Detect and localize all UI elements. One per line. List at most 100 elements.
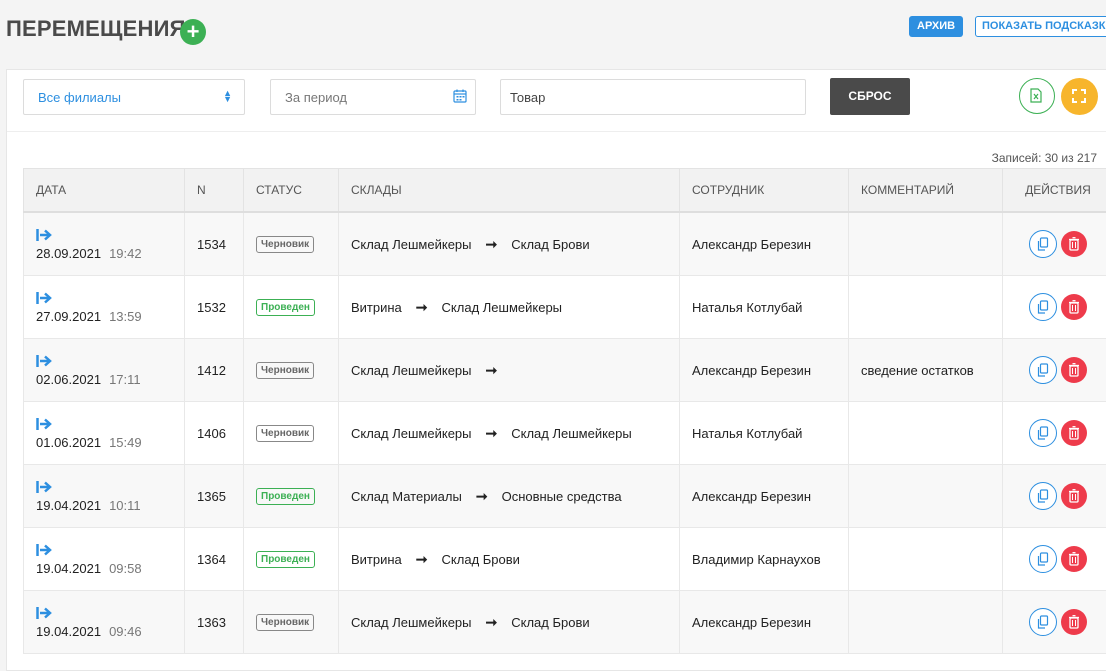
- table-row[interactable]: 02.06.202117:111412ЧерновикСклад Лешмейк…: [24, 339, 1106, 402]
- col-status[interactable]: СТАТУС: [244, 169, 339, 213]
- copy-button[interactable]: [1029, 419, 1057, 447]
- records-count: Записей: 30 из 217: [992, 151, 1097, 165]
- transfer-arrow-icon[interactable]: [36, 606, 172, 621]
- table-row[interactable]: 19.04.202109:461363ЧерновикСклад Лешмейк…: [24, 591, 1106, 654]
- number-cell: 1363: [185, 591, 244, 654]
- status-cell: Проведен: [244, 276, 339, 339]
- status-badge: Проведен: [256, 299, 315, 316]
- transfer-arrow-icon[interactable]: [36, 291, 172, 306]
- actions-cell: [1003, 465, 1106, 528]
- copy-button[interactable]: [1029, 230, 1057, 258]
- comment-cell: [849, 276, 1003, 339]
- delete-button[interactable]: [1061, 231, 1087, 257]
- status-badge: Черновик: [256, 362, 314, 379]
- warehouses-cell: Склад Лешмейкеры➞Склад Лешмейкеры: [339, 402, 680, 465]
- row-date: 01.06.2021: [36, 435, 101, 450]
- number-cell: 1532: [185, 276, 244, 339]
- warehouses-cell: Склад Лешмейкеры➞Склад Брови: [339, 212, 680, 276]
- trash-icon: [1069, 552, 1079, 566]
- copy-icon: [1037, 363, 1049, 377]
- show-hint-button[interactable]: ПОКАЗАТЬ ПОДСКАЗКУ: [975, 16, 1106, 37]
- transfer-arrow-icon[interactable]: [36, 354, 172, 369]
- calendar-icon[interactable]: [453, 89, 467, 108]
- status-badge: Проведен: [256, 551, 315, 568]
- fullscreen-icon: [1072, 89, 1086, 103]
- col-number[interactable]: N: [185, 169, 244, 213]
- employee-cell: Наталья Котлубай: [680, 402, 849, 465]
- to-warehouse: Склад Брови: [442, 552, 520, 567]
- status-badge: Черновик: [256, 425, 314, 442]
- period-input[interactable]: За период: [270, 79, 476, 115]
- select-caret-icon: ▲▼: [223, 90, 232, 102]
- page-title: ПЕРЕМЕЩЕНИЯ: [6, 16, 186, 42]
- copy-button[interactable]: [1029, 293, 1057, 321]
- copy-icon: [1037, 426, 1049, 440]
- copy-icon: [1037, 489, 1049, 503]
- delete-button[interactable]: [1061, 546, 1087, 572]
- excel-export-button[interactable]: [1019, 78, 1055, 114]
- to-warehouse: Основные средства: [502, 489, 622, 504]
- main-panel: Все филиалы ▲▼ За период Товар СБРОС Зап…: [6, 69, 1106, 671]
- table-row[interactable]: 19.04.202110:111365ПроведенСклад Материа…: [24, 465, 1106, 528]
- delete-button[interactable]: [1061, 420, 1087, 446]
- warehouses-cell: Склад Материалы➞Основные средства: [339, 465, 680, 528]
- product-input[interactable]: Товар: [500, 79, 806, 115]
- right-arrow-icon: ➞: [416, 551, 428, 568]
- right-arrow-icon: ➞: [486, 614, 498, 631]
- copy-icon: [1037, 237, 1049, 251]
- transfer-arrow-icon[interactable]: [36, 417, 172, 432]
- col-date[interactable]: ДАТА: [24, 169, 185, 213]
- status-cell: Черновик: [244, 591, 339, 654]
- reset-button[interactable]: СБРОС: [830, 78, 910, 115]
- to-warehouse: Склад Лешмейкеры: [442, 300, 563, 315]
- table-row[interactable]: 27.09.202113:591532ПроведенВитрина➞Склад…: [24, 276, 1106, 339]
- row-date: 19.04.2021: [36, 498, 101, 513]
- date-cell: 19.04.202110:11: [24, 465, 185, 528]
- excel-icon: [1030, 88, 1042, 103]
- right-arrow-icon: ➞: [486, 362, 498, 379]
- col-warehouses[interactable]: СКЛАДЫ: [339, 169, 680, 213]
- actions-cell: [1003, 402, 1106, 465]
- employee-cell: Александр Березин: [680, 212, 849, 276]
- copy-button[interactable]: [1029, 356, 1057, 384]
- col-comment[interactable]: КОММЕНТАРИЙ: [849, 169, 1003, 213]
- right-arrow-icon: ➞: [486, 236, 498, 253]
- status-cell: Проведен: [244, 465, 339, 528]
- table-row[interactable]: 19.04.202109:581364ПроведенВитрина➞Склад…: [24, 528, 1106, 591]
- status-cell: Проведен: [244, 528, 339, 591]
- archive-button[interactable]: АРХИВ: [909, 16, 963, 37]
- col-employee[interactable]: СОТРУДНИК: [680, 169, 849, 213]
- copy-button[interactable]: [1029, 482, 1057, 510]
- copy-button[interactable]: [1029, 545, 1057, 573]
- row-time: 19:42: [109, 246, 142, 261]
- transfer-arrow-icon[interactable]: [36, 480, 172, 495]
- from-warehouse: Витрина: [351, 300, 402, 315]
- delete-button[interactable]: [1061, 357, 1087, 383]
- row-date: 19.04.2021: [36, 624, 101, 639]
- table-row[interactable]: 01.06.202115:491406ЧерновикСклад Лешмейк…: [24, 402, 1106, 465]
- comment-cell: [849, 528, 1003, 591]
- filters-divider: [7, 131, 1106, 132]
- fullscreen-button[interactable]: [1061, 78, 1098, 115]
- branch-select[interactable]: Все филиалы ▲▼: [23, 79, 245, 115]
- status-cell: Черновик: [244, 339, 339, 402]
- col-actions: ДЕЙСТВИЯ: [1003, 169, 1106, 213]
- transfer-arrow-icon[interactable]: [36, 228, 172, 243]
- comment-cell: [849, 212, 1003, 276]
- product-placeholder: Товар: [510, 90, 545, 105]
- status-badge: Черновик: [256, 236, 314, 253]
- table-row[interactable]: 28.09.202119:421534ЧерновикСклад Лешмейк…: [24, 212, 1106, 276]
- row-date: 02.06.2021: [36, 372, 101, 387]
- delete-button[interactable]: [1061, 294, 1087, 320]
- delete-button[interactable]: [1061, 609, 1087, 635]
- warehouses-cell: Витрина➞Склад Лешмейкеры: [339, 276, 680, 339]
- transfer-arrow-icon[interactable]: [36, 543, 172, 558]
- number-cell: 1406: [185, 402, 244, 465]
- to-warehouse: Склад Брови: [511, 615, 589, 630]
- to-warehouse: Склад Лешмейкеры: [511, 426, 632, 441]
- row-date: 19.04.2021: [36, 561, 101, 576]
- number-cell: 1412: [185, 339, 244, 402]
- add-button[interactable]: +: [180, 19, 206, 45]
- copy-button[interactable]: [1029, 608, 1057, 636]
- delete-button[interactable]: [1061, 483, 1087, 509]
